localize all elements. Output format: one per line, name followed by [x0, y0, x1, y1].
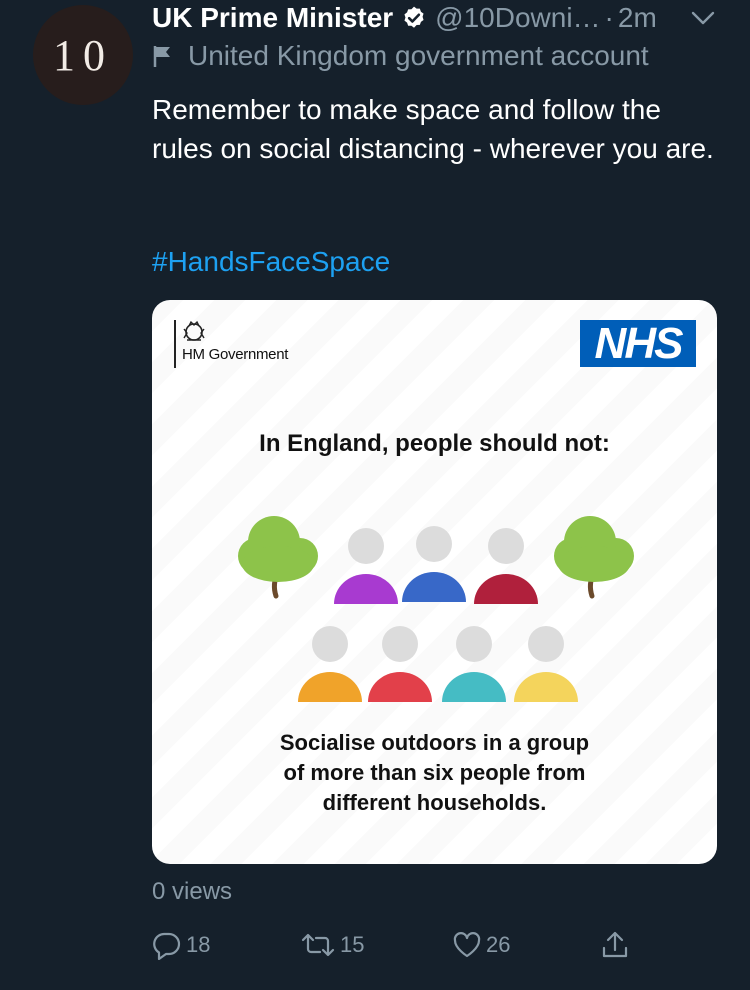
- person-head: [416, 526, 452, 562]
- person-body: [514, 672, 578, 702]
- heart-icon: [453, 932, 481, 958]
- avatar[interactable]: 10: [33, 5, 133, 105]
- separator-dot: ·: [604, 2, 614, 33]
- share-button[interactable]: [600, 930, 630, 960]
- person-head: [528, 626, 564, 662]
- avatar-text: 10: [53, 30, 113, 80]
- person-body: [334, 574, 398, 604]
- tree-foliage: [558, 546, 630, 582]
- share-icon: [602, 931, 628, 958]
- flag-icon: [153, 46, 170, 67]
- display-name[interactable]: UK Prime Minister: [152, 2, 393, 34]
- user-handle[interactable]: @10Downi…: [435, 2, 600, 34]
- retweet-button[interactable]: 15: [300, 930, 364, 960]
- like-button[interactable]: 26: [452, 930, 510, 960]
- person-body: [402, 572, 466, 602]
- account-label-text: United Kingdom government account: [188, 40, 649, 71]
- retweet-icon: [301, 933, 335, 957]
- person-body: [298, 672, 362, 702]
- card-body-text: Socialise outdoors in a group of more th…: [152, 728, 717, 818]
- person-head: [488, 528, 524, 564]
- card-body-line: of more than six people from: [283, 760, 586, 785]
- person-head: [456, 626, 492, 662]
- person-head: [382, 626, 418, 662]
- action-bar: 18 15 26: [0, 930, 750, 980]
- reply-button[interactable]: 18: [152, 930, 210, 960]
- tweet-text: Remember to make space and follow the ru…: [152, 94, 714, 164]
- reply-count: 18: [186, 932, 211, 957]
- person-head: [312, 626, 348, 662]
- chevron-down-icon[interactable]: [690, 8, 716, 28]
- person-body: [474, 574, 538, 604]
- government-account-label: United Kingdom government account: [152, 38, 649, 74]
- retweet-count: 15: [340, 932, 365, 957]
- card-body-line: Socialise outdoors in a group: [279, 730, 590, 755]
- verified-badge-icon: [404, 6, 424, 28]
- person-body: [368, 672, 432, 702]
- like-count: 26: [486, 932, 511, 957]
- card-body-line: different households.: [322, 790, 547, 815]
- person-head: [348, 528, 384, 564]
- reply-icon: [153, 932, 181, 960]
- view-count: 0 views: [152, 878, 233, 905]
- tree-foliage: [242, 546, 314, 582]
- tweet-timestamp[interactable]: 2m: [618, 2, 657, 34]
- hashtag-link[interactable]: #HandsFaceSpace: [152, 246, 390, 278]
- person-body: [442, 672, 506, 702]
- tweet-media-image[interactable]: HM Government NHS In England, people sho…: [152, 300, 717, 864]
- tweet-header: UK Prime Minister @10Downi… · 2m: [152, 0, 732, 36]
